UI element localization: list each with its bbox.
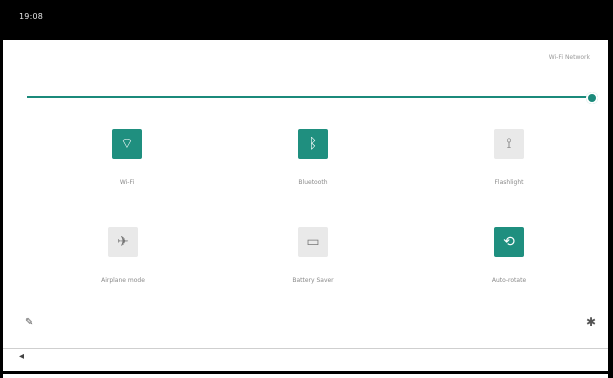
device-screen: 19:08 Wi-Fi Network ⌔ Wi-Fi ᛒ Bluetooth … [0, 0, 613, 378]
tile-flashlight[interactable]: ⟟ Flashlight [439, 129, 579, 204]
tile-battery-saver[interactable]: ▭ Battery Saver [243, 227, 383, 302]
gear-icon[interactable]: ✱ [586, 316, 598, 328]
tile-label: Wi-Fi [119, 179, 135, 186]
brightness-slider[interactable] [27, 92, 598, 104]
bottom-bar: ◂ [3, 342, 608, 378]
quick-settings-tiles: ⌔ Wi-Fi ᛒ Bluetooth ⟟ Flashlight ✈ Airpl… [7, 125, 602, 315]
wifi-icon: ⌔ [112, 129, 142, 159]
tile-label: Flashlight [494, 179, 524, 186]
network-label[interactable]: Wi-Fi Network [549, 54, 590, 61]
status-time: 19:08 [19, 12, 44, 21]
tile-wifi[interactable]: ⌔ Wi-Fi [57, 129, 197, 204]
tile-airplane-mode[interactable]: ✈ Airplane mode [53, 227, 193, 302]
tile-auto-rotate[interactable]: ⟲ Auto-rotate [439, 227, 579, 302]
bluetooth-icon: ᛒ [298, 129, 328, 159]
status-bar: 19:08 [3, 0, 608, 40]
tile-bluetooth[interactable]: ᛒ Bluetooth [243, 129, 383, 204]
airplane-icon: ✈ [108, 227, 138, 257]
auto-rotate-icon: ⟲ [494, 227, 524, 257]
tile-label: Battery Saver [292, 277, 334, 284]
tile-label: Auto-rotate [491, 277, 527, 284]
nav-icon[interactable]: ◂ [19, 351, 24, 362]
tile-label: Airplane mode [101, 277, 145, 284]
slider-thumb[interactable] [586, 92, 598, 104]
quick-settings-panel: Wi-Fi Network ⌔ Wi-Fi ᛒ Bluetooth ⟟ Flas… [7, 40, 602, 342]
edit-icon[interactable]: ✎ [25, 318, 35, 328]
battery-saver-icon: ▭ [298, 227, 328, 257]
flashlight-icon: ⟟ [494, 129, 524, 159]
tile-label: Bluetooth [298, 179, 328, 186]
slider-fill [27, 96, 592, 98]
bottom-bar-divider [3, 348, 608, 374]
